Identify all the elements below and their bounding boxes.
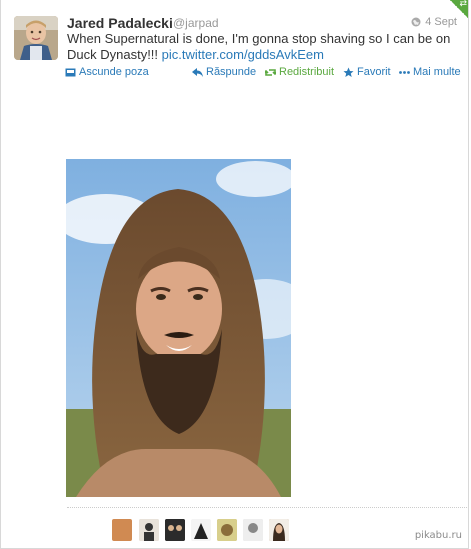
fav-avatar-4[interactable] (191, 519, 211, 541)
retweet-icon (265, 68, 276, 76)
fav-avatar-7[interactable] (269, 519, 289, 541)
more-button[interactable]: Mai multe (399, 66, 461, 78)
tweet-photo[interactable] (66, 159, 291, 497)
hide-photo-button[interactable]: Ascunde poza (65, 66, 149, 78)
watermark: pikabu.ru (414, 530, 462, 541)
favorite-label: Favorit (357, 66, 391, 78)
reply-icon (192, 67, 203, 77)
photo-icon (65, 68, 76, 76)
more-dots-icon (399, 70, 410, 74)
tweet-text: When Supernatural is done, I'm gonna sto… (67, 31, 463, 63)
reply-button[interactable]: Răspunde (192, 66, 256, 78)
fav-avatar-5[interactable] (217, 519, 237, 541)
tweet-actions: Ascunde poza Răspunde Redistribuit Favor… (65, 66, 465, 82)
retweet-button[interactable]: Redistribuit (265, 66, 334, 78)
retweet-label: Redistribuit (279, 66, 335, 78)
favorited-by-row (67, 507, 467, 549)
tweet-photo-link[interactable]: pic.twitter.com/gddsAvkEem (162, 47, 324, 62)
fav-avatar-3[interactable] (165, 519, 185, 541)
timestamp[interactable]: 4 Sept (411, 16, 457, 28)
more-label: Mai multe (413, 66, 461, 78)
avatar[interactable] (14, 16, 58, 60)
star-icon (343, 67, 354, 77)
author-handle[interactable]: @jarpad (173, 16, 219, 30)
fav-avatar-6[interactable] (243, 519, 263, 541)
author-name[interactable]: Jared Padalecki (67, 15, 173, 31)
favorite-button[interactable]: Favorit (343, 66, 391, 78)
tweet-card: ⇄ Jared Padalecki @jarpad 4 Sept When Su… (0, 0, 469, 549)
globe-icon (411, 17, 421, 27)
reply-label: Răspunde (206, 66, 257, 78)
fav-avatar-1[interactable] (112, 519, 132, 541)
fav-avatar-2[interactable] (139, 519, 159, 541)
hide-photo-label: Ascunde poza (79, 66, 149, 78)
timestamp-text: 4 Sept (425, 16, 457, 28)
